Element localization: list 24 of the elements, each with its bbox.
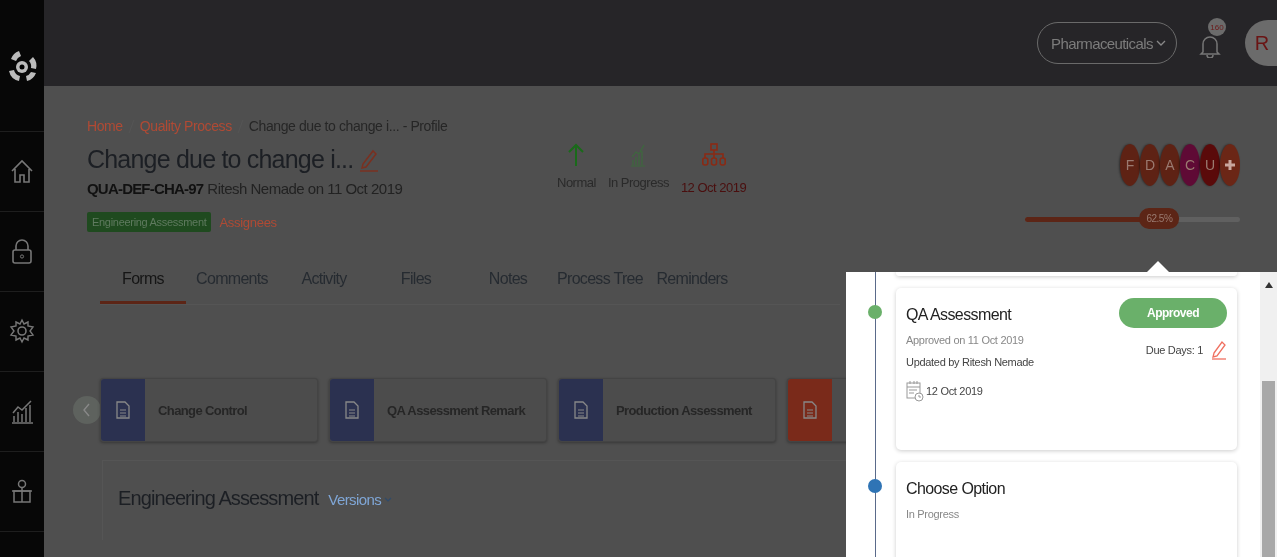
assignee-avatar[interactable]: C (1180, 144, 1200, 186)
assignee-avatar[interactable]: A (1160, 144, 1180, 186)
versions-dropdown[interactable]: Versions (328, 491, 393, 508)
due-date: 12 Oct 2019 (680, 180, 747, 195)
step-title: QA Assessment (906, 306, 1013, 324)
breadcrumb-link[interactable]: Home (87, 118, 123, 134)
assignee-avatar[interactable]: U (1200, 144, 1220, 186)
updated-by: Updated by Ritesh Nemade (906, 356, 1034, 368)
assignees-link[interactable]: Assignees (219, 214, 277, 230)
assignee-avatar[interactable]: D (1140, 144, 1160, 186)
assignee-avatar[interactable]: F (1120, 144, 1140, 186)
record-code: QUA-DEF-CHA-97 (87, 180, 204, 197)
step-status: In Progress (906, 508, 960, 520)
breadcrumb-link[interactable]: Quality Process (139, 118, 232, 134)
step-title: Choose Option (906, 480, 1005, 498)
due-date: 12 Oct 2019 (926, 385, 983, 397)
due-days: Due Days: 1 (1145, 344, 1203, 356)
user-avatar[interactable]: R (1245, 20, 1277, 66)
step-status: Approved on 11 Oct 2019 (906, 334, 1025, 346)
status-badge: Approved (1119, 298, 1227, 328)
progress-reading: 62.5% (1139, 208, 1180, 229)
stage-tag: Engineering Assessment (87, 212, 212, 232)
notification-count: 160 (1208, 18, 1226, 36)
tab[interactable]: Forms (100, 270, 186, 304)
